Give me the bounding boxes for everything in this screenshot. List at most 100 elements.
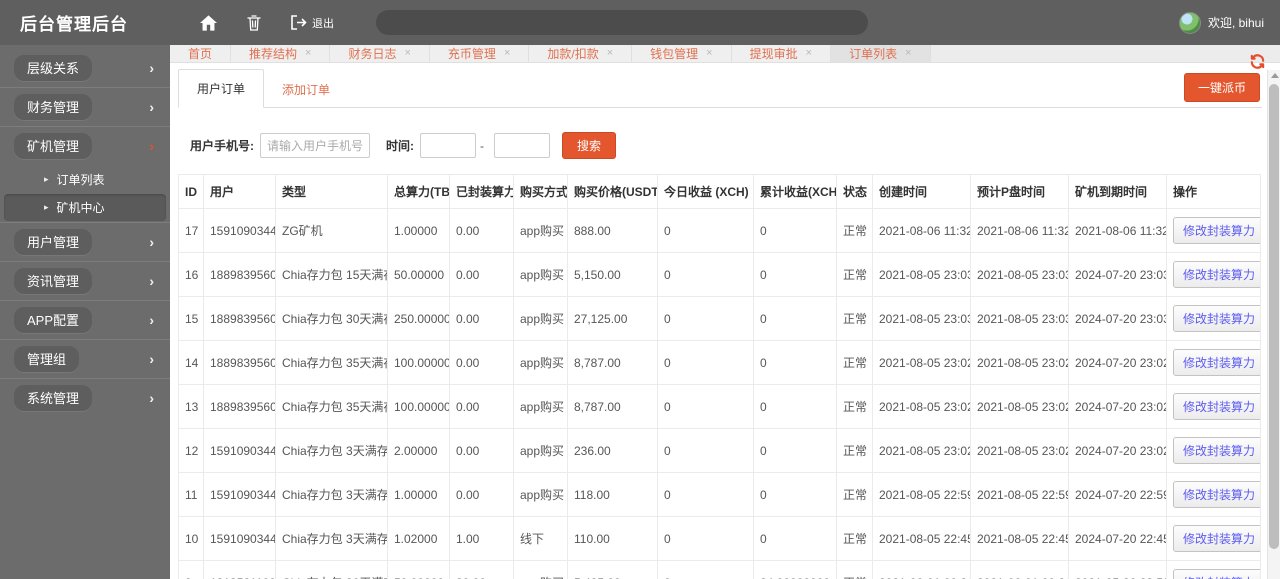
column-header: 预计P盘时间 <box>970 174 1069 209</box>
chevron-right-icon: › <box>149 138 154 154</box>
table-cell: 0 <box>753 428 837 473</box>
sidebar-subitem-2-1[interactable]: ▸ 矿机中心 <box>4 194 166 221</box>
tab-0[interactable]: 首页 <box>170 45 232 62</box>
tab-4[interactable]: 加款/扣款 × <box>529 45 633 62</box>
table-cell: 0 <box>657 208 754 253</box>
trash-icon[interactable] <box>247 14 261 31</box>
tab-user-orders[interactable]: 用户订单 <box>178 69 265 108</box>
sidebar-item-4[interactable]: 资讯管理 › <box>0 261 170 300</box>
tab-bar: 首页 推荐结构 × 财务日志 × 充币管理 × 加款/扣款 × 钱包管理 × 提现审批 × 订单列表 × <box>170 45 1280 63</box>
table-cell: 15910903445 <box>203 428 276 473</box>
sidebar-item-6[interactable]: 管理组 › <box>0 339 170 378</box>
home-icon[interactable] <box>200 14 217 31</box>
header-search-input[interactable] <box>376 10 868 35</box>
table-cell: 5,425.00 <box>567 560 658 579</box>
dispatch-coins-button[interactable]: 一键派币 <box>1183 73 1260 102</box>
table-cell: 16 <box>178 252 204 297</box>
tab-7[interactable]: 订单列表 × <box>831 45 931 62</box>
table-cell: 2021-08-05 23:03:39 <box>872 252 971 297</box>
sidebar-item-3[interactable]: 用户管理 › <box>0 222 170 261</box>
table-cell: 8,787.00 <box>567 340 658 385</box>
table-cell: 2021-08-05 23:02:36 <box>970 340 1069 385</box>
table-cell: 0 <box>753 252 837 297</box>
search-button[interactable]: 搜索 <box>562 132 617 159</box>
close-icon[interactable]: × <box>806 48 812 59</box>
action-cell: 修改封装算力 <box>1166 252 1261 297</box>
table-cell: 13135211000 <box>203 560 276 579</box>
logout-label: 退出 <box>312 17 334 30</box>
table-cell: 0 <box>753 516 837 561</box>
sidebar-item-0[interactable]: 层级关系 › <box>0 49 170 87</box>
modify-hashrate-button[interactable]: 修改封装算力 <box>1173 525 1260 552</box>
sidebar-item-label: 财务管理 <box>14 94 93 120</box>
close-icon[interactable]: × <box>404 48 410 59</box>
close-icon[interactable]: × <box>706 48 712 59</box>
logout-button[interactable]: 退出 <box>291 15 334 31</box>
time-start-input[interactable] <box>420 133 476 158</box>
table-cell: 0 <box>657 340 754 385</box>
action-cell: 修改封装算力 <box>1166 472 1261 517</box>
sidebar-subitem-2-0[interactable]: ▸ 订单列表 <box>4 166 166 193</box>
table-cell: 1.02000 <box>387 516 450 561</box>
modify-hashrate-button[interactable]: 修改封装算力 <box>1173 349 1260 376</box>
modify-hashrate-button[interactable]: 修改封装算力 <box>1173 305 1260 332</box>
close-icon[interactable]: × <box>504 48 510 59</box>
sidebar-item-label: 资讯管理 <box>14 268 93 294</box>
scrollbar-thumb[interactable] <box>1269 84 1279 549</box>
avatar[interactable] <box>1178 11 1201 34</box>
tab-add-order[interactable]: 添加订单 <box>264 71 348 108</box>
phone-input[interactable] <box>260 133 370 158</box>
modify-hashrate-button[interactable]: 修改封装算力 <box>1173 393 1260 420</box>
tab-label: 钱包管理 <box>650 47 699 61</box>
table-cell: 888.00 <box>567 208 658 253</box>
scroll-up-icon[interactable] <box>1271 73 1279 78</box>
table-cell: Chia存力包 30天满存交付 <box>275 560 388 579</box>
table-cell: 0.00 <box>449 296 514 341</box>
sidebar-item-2[interactable]: 矿机管理 › <box>0 126 170 165</box>
tab-1[interactable]: 推荐结构 × <box>231 45 331 62</box>
column-header: 类型 <box>275 174 388 209</box>
table-cell: 15910903445 <box>203 208 276 253</box>
table-cell: 正常 <box>836 296 873 341</box>
tab-label: 推荐结构 <box>249 47 298 61</box>
modify-hashrate-button[interactable]: 修改封装算力 <box>1173 569 1260 579</box>
table-cell: 0 <box>657 560 754 579</box>
sidebar-item-5[interactable]: APP配置 › <box>0 300 170 339</box>
table-cell: 100.00000 <box>387 340 450 385</box>
table-cell: 0.00 <box>449 472 514 517</box>
close-icon[interactable]: × <box>607 48 613 59</box>
main-area: 首页 推荐结构 × 财务日志 × 充币管理 × 加款/扣款 × 钱包管理 × 提现审批 × 订单列表 × 用… <box>170 45 1280 579</box>
sidebar-item-7[interactable]: 系统管理 › <box>0 378 170 417</box>
tab-6[interactable]: 提现审批 × <box>731 45 832 62</box>
table-cell: 0 <box>657 252 754 297</box>
table-cell: 13 <box>178 384 204 429</box>
table-cell: 14 <box>178 340 204 385</box>
tab-5[interactable]: 钱包管理 × <box>632 45 732 62</box>
table-cell: ZG矿机 <box>275 208 388 253</box>
modify-hashrate-button[interactable]: 修改封装算力 <box>1173 261 1260 288</box>
modify-hashrate-button[interactable]: 修改封装算力 <box>1173 481 1260 508</box>
close-icon[interactable]: × <box>905 48 911 59</box>
table-cell: 0.00 <box>449 428 514 473</box>
sidebar-subitem-label: 订单列表 <box>56 173 105 187</box>
sidebar-item-1[interactable]: 财务管理 › <box>0 87 170 126</box>
orders-table: ID 用户 类型 总算力(TB) 已封装算力 购买方式 购买价格(USDT) 今日收益 (XC… <box>178 174 1261 579</box>
column-header: ID <box>178 174 204 209</box>
tab-2[interactable]: 财务日志 × <box>330 45 430 62</box>
column-header: 总算力(TB) <box>387 174 450 209</box>
modify-hashrate-button[interactable]: 修改封装算力 <box>1173 437 1260 464</box>
column-header: 已封装算力 <box>449 174 514 209</box>
table-cell: 2021-08-05 22:45:03 <box>970 516 1069 561</box>
chevron-right-icon: › <box>149 390 154 406</box>
table-cell: 2024-07-20 23:02:36 <box>1068 340 1167 385</box>
column-header: 创建时间 <box>872 174 971 209</box>
table-cell: Chia存力包 30天满存交付 <box>275 296 388 341</box>
time-end-input[interactable] <box>494 133 550 158</box>
table-cell: 2021-08-06 11:32:56 <box>872 208 971 253</box>
app-title: 后台管理后台 <box>20 15 128 34</box>
vertical-scrollbar[interactable] <box>1267 70 1280 579</box>
tab-3[interactable]: 充币管理 × <box>429 45 530 62</box>
close-icon[interactable]: × <box>305 48 311 59</box>
modify-hashrate-button[interactable]: 修改封装算力 <box>1173 217 1260 244</box>
table-cell: 10 <box>178 516 204 561</box>
